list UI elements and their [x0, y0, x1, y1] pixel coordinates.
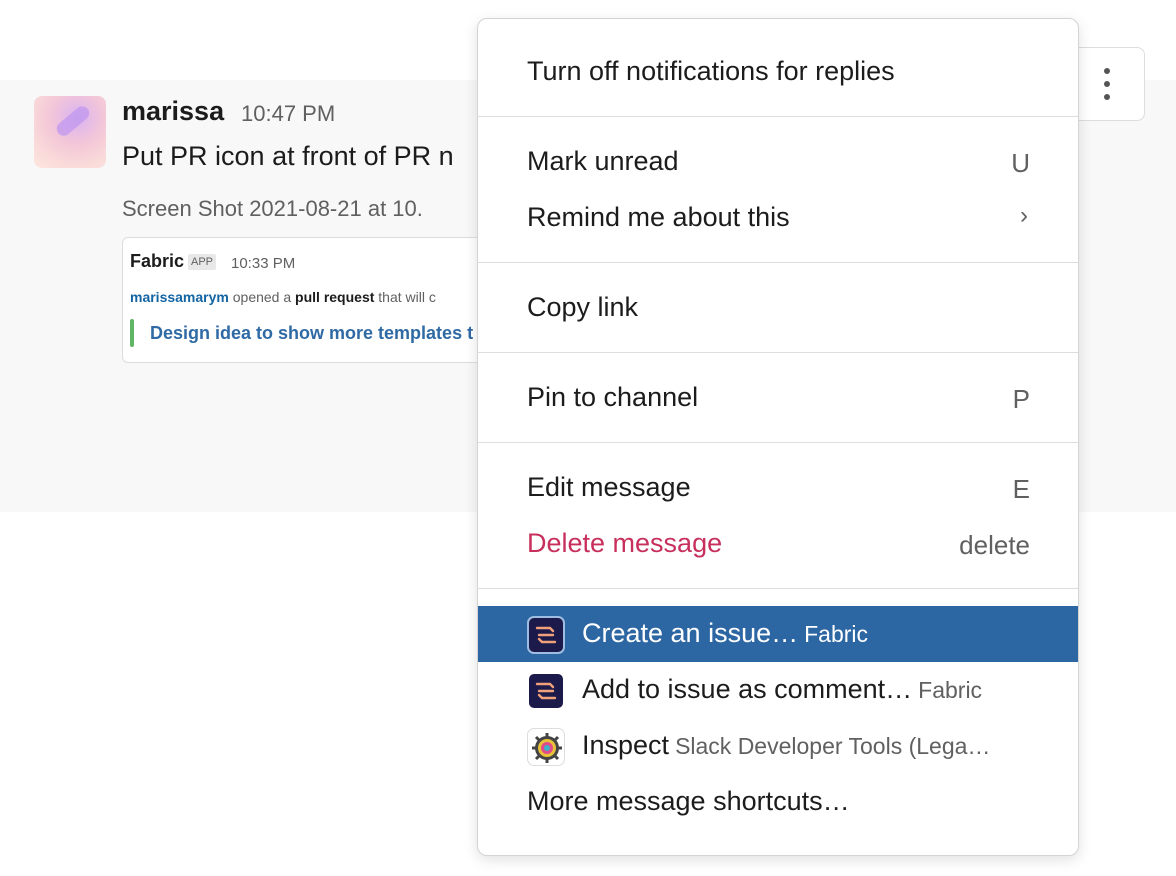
attachment-timestamp: 10:33 PM — [231, 255, 296, 272]
more-actions-icon[interactable] — [1101, 68, 1113, 102]
menu-item-label-text: Add to issue as comment… — [582, 674, 913, 704]
attachment-summary: marissamarym opened a pull request that … — [130, 289, 436, 305]
app-badge: APP — [188, 254, 217, 270]
menu-item-label: Turn off notifications for replies — [527, 56, 895, 86]
menu-item-label-text: Inspect — [582, 730, 670, 760]
menu-item-shortcut: U — [1011, 148, 1030, 178]
menu-item-label: Delete message — [527, 528, 723, 558]
menu-item-mark-unread[interactable]: Mark unread U — [478, 134, 1078, 190]
menu-item-shortcut: E — [1012, 474, 1030, 504]
menu-item-label: Edit message — [527, 472, 691, 502]
menu-item-label: Mark unread — [527, 146, 679, 176]
attachment-action-suffix: that will c — [378, 289, 436, 305]
menu-item-more-shortcuts[interactable]: More message shortcuts… — [478, 774, 1078, 830]
menu-item-label: Add to issue as comment… Fabric — [582, 674, 982, 705]
menu-item-copy-link[interactable]: Copy link — [478, 280, 1078, 336]
menu-item-add-to-issue[interactable]: Add to issue as comment… Fabric — [478, 662, 1078, 718]
pr-title-link[interactable]: Design idea to show more templates t — [150, 323, 473, 344]
menu-divider — [478, 262, 1078, 263]
menu-item-inspect[interactable]: Inspect Slack Developer Tools (Lega… — [478, 718, 1078, 774]
menu-item-edit-message[interactable]: Edit message E — [478, 460, 1078, 516]
menu-item-pin-to-channel[interactable]: Pin to channel P — [478, 370, 1078, 426]
menu-item-label: Inspect Slack Developer Tools (Lega… — [582, 730, 990, 761]
menu-item-label: Pin to channel — [527, 382, 699, 412]
menu-divider — [478, 588, 1078, 589]
menu-item-label: Copy link — [527, 292, 639, 322]
menu-item-remind-me[interactable]: Remind me about this › — [478, 190, 1078, 246]
menu-item-label-text: Create an issue… — [582, 618, 799, 648]
attachment-user: marissamarym — [130, 289, 229, 305]
attachment-file-name[interactable]: Screen Shot 2021-08-21 at 10. — [122, 196, 423, 222]
fabric-app-icon — [527, 672, 565, 710]
message-text: Put PR icon at front of PR n — [122, 141, 454, 171]
attachment-accent-bar — [130, 319, 134, 347]
attachment-action-bold: pull request — [295, 289, 375, 305]
message-author[interactable]: marissa — [122, 96, 224, 127]
menu-item-shortcut: P — [1012, 384, 1030, 414]
menu-item-app-source: Slack Developer Tools (Lega… — [675, 733, 991, 759]
menu-item-turn-off-notifications[interactable]: Turn off notifications for replies — [478, 44, 1078, 100]
menu-item-label: More message shortcuts… — [527, 786, 850, 816]
menu-item-create-issue[interactable]: Create an issue… Fabric — [478, 606, 1078, 662]
fabric-app-icon — [527, 616, 565, 654]
menu-item-label: Create an issue… Fabric — [582, 618, 868, 649]
menu-item-shortcut: delete — [959, 530, 1030, 560]
menu-item-delete-message[interactable]: Delete message delete — [478, 516, 1078, 572]
menu-divider — [478, 116, 1078, 117]
message-context-menu: Turn off notifications for replies Mark … — [477, 18, 1079, 856]
avatar[interactable] — [34, 96, 106, 168]
chevron-right-icon: › — [1020, 202, 1028, 229]
menu-divider — [478, 352, 1078, 353]
message-timestamp[interactable]: 10:47 PM — [241, 101, 335, 127]
menu-item-label: Remind me about this — [527, 202, 790, 232]
attachment-app-name: Fabric — [130, 251, 185, 271]
attachment-action-prefix: opened a — [232, 289, 292, 305]
menu-divider — [478, 442, 1078, 443]
inspect-app-icon — [527, 728, 565, 766]
menu-item-app-source: Fabric — [804, 621, 869, 647]
menu-item-app-source: Fabric — [918, 677, 983, 703]
